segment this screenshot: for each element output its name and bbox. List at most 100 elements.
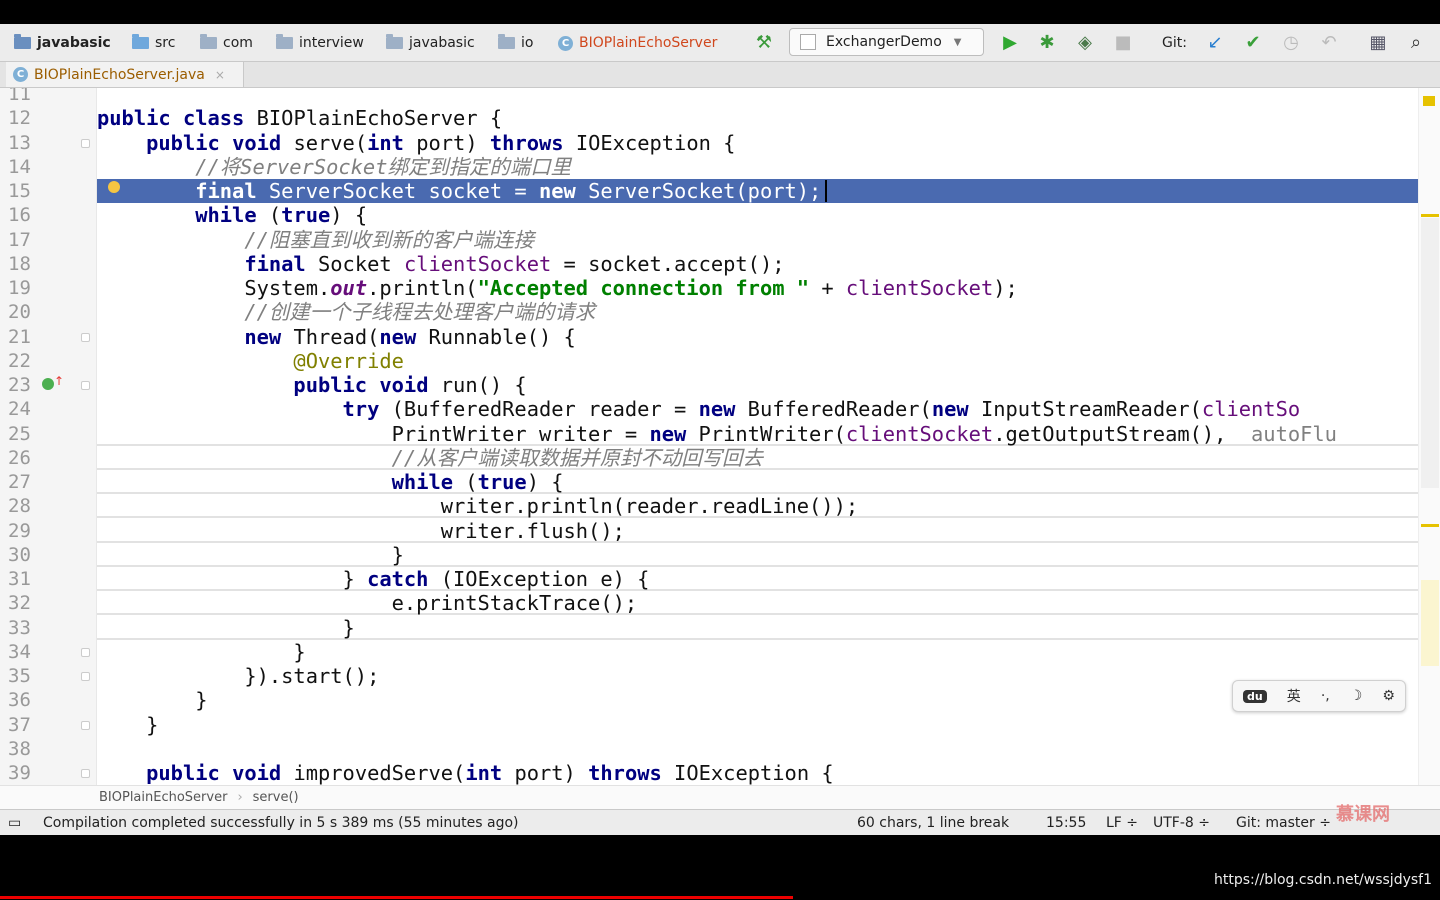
git-history-icon[interactable]: ◷ bbox=[1279, 31, 1303, 55]
run-icon[interactable]: ▶ bbox=[998, 31, 1022, 55]
code-line[interactable]: PrintWriter writer = new PrintWriter(cli… bbox=[97, 422, 1420, 446]
run-configuration-select[interactable]: ExchangerDemo ▼ bbox=[789, 28, 984, 56]
ime-punctuation-toggle[interactable]: ·, bbox=[1321, 688, 1330, 704]
code-line[interactable]: writer.flush(); bbox=[97, 519, 1420, 543]
lightbulb-icon[interactable] bbox=[108, 181, 120, 193]
line-number: 15 bbox=[8, 180, 31, 202]
code-line[interactable]: System.out.println("Accepted connection … bbox=[97, 276, 1420, 300]
git-commit-icon[interactable]: ✔ bbox=[1241, 31, 1265, 55]
code-breadcrumb-method[interactable]: serve() bbox=[253, 790, 299, 805]
breadcrumb-com[interactable]: com bbox=[200, 24, 253, 62]
line-number: 14 bbox=[8, 156, 31, 178]
scroll-thumb[interactable] bbox=[1421, 218, 1439, 488]
moon-icon[interactable]: ☽ bbox=[1350, 688, 1363, 704]
git-branch[interactable]: Git: master ÷ bbox=[1236, 810, 1331, 836]
stop-icon[interactable]: ■ bbox=[1111, 31, 1135, 55]
line-number: 23 bbox=[8, 374, 31, 396]
status-message[interactable]: Compilation completed successfully in 5 … bbox=[43, 810, 519, 836]
breadcrumb-src[interactable]: src bbox=[132, 24, 175, 62]
code-line[interactable]: //将ServerSocket绑定到指定的端口里 bbox=[97, 155, 1420, 179]
code-line[interactable]: } bbox=[97, 543, 1420, 567]
ime-language-toggle[interactable]: 英 bbox=[1287, 686, 1301, 706]
fold-marker-icon[interactable] bbox=[81, 721, 90, 730]
git-label: Git: bbox=[1162, 35, 1187, 51]
code-line[interactable] bbox=[97, 737, 1420, 761]
override-marker-icon[interactable] bbox=[42, 378, 54, 390]
code-line[interactable]: public void run() { bbox=[97, 373, 1420, 397]
line-number: 39 bbox=[8, 762, 31, 784]
code-breadcrumb-bar: BIOPlainEchoServer › serve() bbox=[0, 785, 1440, 809]
line-number: 33 bbox=[8, 617, 31, 639]
line-number: 20 bbox=[8, 301, 31, 323]
code-line[interactable]: public void improvedServe(int port) thro… bbox=[97, 761, 1420, 785]
code-line[interactable]: //创建一个子线程去处理客户端的请求 bbox=[97, 300, 1420, 324]
code-line[interactable]: } catch (IOException e) { bbox=[97, 567, 1420, 591]
scroll-thumb-region[interactable] bbox=[1421, 580, 1439, 666]
line-number: 35 bbox=[8, 665, 31, 687]
code-line[interactable]: try (BufferedReader reader = new Buffere… bbox=[97, 397, 1420, 421]
code-breadcrumb-class[interactable]: BIOPlainEchoServer bbox=[99, 790, 227, 805]
tool-window-toggle-icon[interactable]: ▭ bbox=[8, 810, 21, 836]
line-number: 22 bbox=[8, 350, 31, 372]
line-number: 36 bbox=[8, 689, 31, 711]
close-icon[interactable]: × bbox=[215, 68, 225, 82]
warning-marker[interactable] bbox=[1421, 524, 1439, 527]
video-progress-bar bbox=[0, 896, 793, 899]
warning-marker[interactable] bbox=[1421, 214, 1439, 217]
footer-url: https://blog.csdn.net/wssjdysf1 bbox=[1214, 872, 1432, 888]
code-line[interactable]: final Socket clientSocket = socket.accep… bbox=[97, 252, 1420, 276]
project-structure-icon[interactable]: ▦ bbox=[1366, 31, 1390, 55]
fold-marker-icon[interactable] bbox=[81, 139, 90, 148]
gear-icon[interactable]: ⚙ bbox=[1382, 688, 1395, 704]
run-coverage-icon[interactable]: ◈ bbox=[1073, 31, 1097, 55]
fold-marker-icon[interactable] bbox=[81, 333, 90, 342]
code-line[interactable]: public void serve(int port) throws IOExc… bbox=[97, 131, 1420, 155]
line-number: 11 bbox=[8, 88, 31, 105]
git-update-icon[interactable]: ↙ bbox=[1203, 31, 1227, 55]
breadcrumb-project[interactable]: javabasic bbox=[14, 24, 111, 62]
search-icon[interactable]: ⌕ bbox=[1404, 31, 1428, 55]
code-line[interactable]: writer.println(reader.readLine()); bbox=[97, 494, 1420, 518]
line-separator[interactable]: LF ÷ bbox=[1106, 810, 1138, 836]
code-line[interactable]: @Override bbox=[97, 349, 1420, 373]
class-icon: C bbox=[558, 35, 573, 51]
code-line[interactable]: } bbox=[97, 688, 1420, 712]
code-line[interactable] bbox=[97, 88, 1420, 106]
line-number: 26 bbox=[8, 447, 31, 469]
debug-bug-icon[interactable]: ✱ bbox=[1035, 31, 1059, 55]
code-line[interactable]: //从客户端读取数据并原封不动回写回去 bbox=[97, 446, 1420, 470]
code-line[interactable]: } bbox=[97, 616, 1420, 640]
git-revert-icon[interactable]: ↶ bbox=[1317, 31, 1341, 55]
build-hammer-icon[interactable]: ⚒ bbox=[752, 31, 776, 55]
code-line[interactable]: while (true) { bbox=[97, 203, 1420, 227]
code-editor[interactable]: 11 12 public class BIOPlainEchoServer {13 … bbox=[0, 88, 1440, 785]
fold-marker-icon[interactable] bbox=[81, 672, 90, 681]
fold-marker-icon[interactable] bbox=[81, 769, 90, 778]
line-number: 32 bbox=[8, 592, 31, 614]
package-icon bbox=[386, 34, 403, 49]
code-line[interactable]: public class BIOPlainEchoServer { bbox=[97, 106, 1420, 130]
code-line[interactable]: final ServerSocket socket = new ServerSo… bbox=[97, 179, 1420, 203]
line-number: 19 bbox=[8, 277, 31, 299]
caret-position[interactable]: 15:55 bbox=[1046, 810, 1086, 836]
code-line[interactable]: while (true) { bbox=[97, 470, 1420, 494]
breadcrumb-class[interactable]: C BIOPlainEchoServer bbox=[558, 24, 717, 62]
error-stripe-scrollbar[interactable] bbox=[1418, 88, 1440, 785]
breadcrumb-io[interactable]: io bbox=[498, 24, 533, 62]
code-line[interactable]: } bbox=[97, 640, 1420, 664]
fold-marker-icon[interactable] bbox=[81, 381, 90, 390]
breadcrumb-interview[interactable]: interview bbox=[276, 24, 364, 62]
breadcrumb-javabasic[interactable]: javabasic bbox=[386, 24, 475, 62]
ime-logo-icon[interactable]: du bbox=[1243, 689, 1267, 703]
code-line[interactable]: }).start(); bbox=[97, 664, 1420, 688]
fold-marker-icon[interactable] bbox=[81, 648, 90, 657]
tab-bioplainechoserver[interactable]: C BIOPlainEchoServer.java × bbox=[6, 62, 244, 87]
top-black-bar bbox=[0, 0, 1440, 24]
code-line[interactable]: } bbox=[97, 713, 1420, 737]
warning-marker[interactable] bbox=[1423, 96, 1435, 106]
code-line[interactable]: //阻塞直到收到新的客户端连接 bbox=[97, 228, 1420, 252]
package-icon bbox=[200, 34, 217, 49]
code-line[interactable]: new Thread(new Runnable() { bbox=[97, 325, 1420, 349]
code-line[interactable]: e.printStackTrace(); bbox=[97, 591, 1420, 615]
file-encoding[interactable]: UTF-8 ÷ bbox=[1153, 810, 1210, 836]
